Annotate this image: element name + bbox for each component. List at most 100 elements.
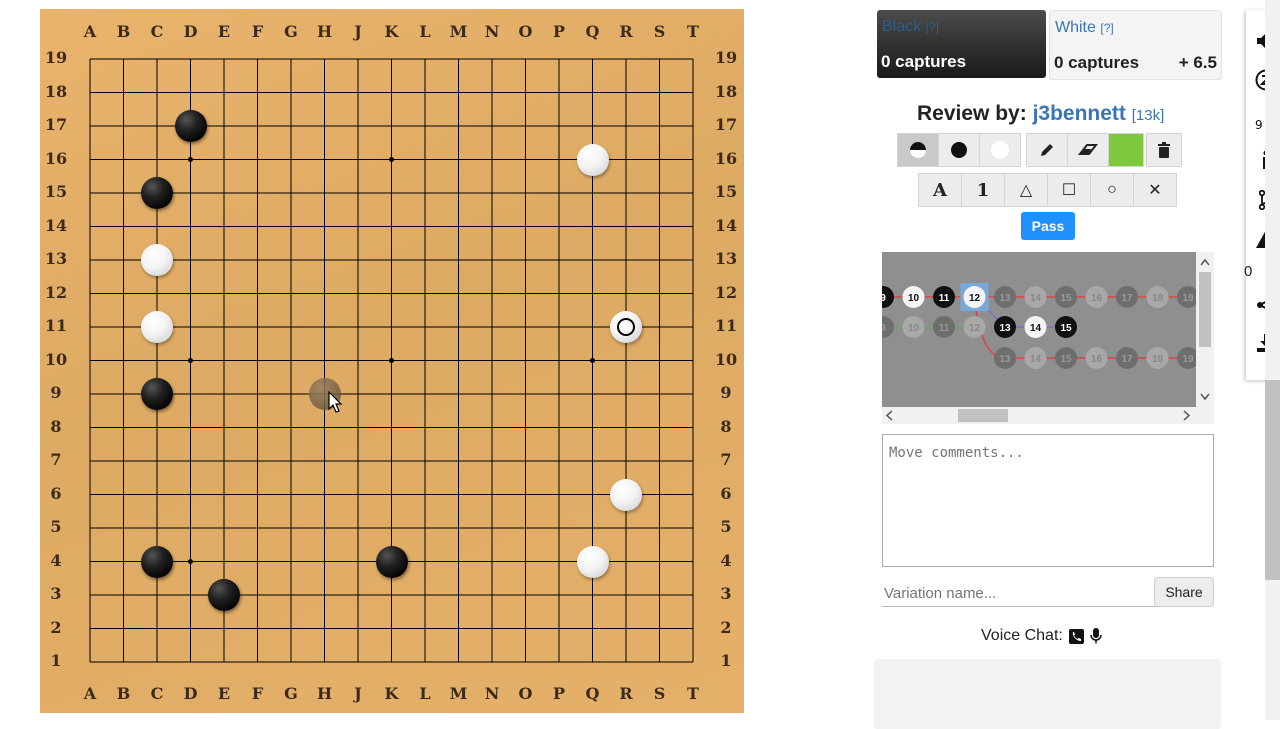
svg-text:11: 11 bbox=[939, 293, 950, 304]
column-label-bottom: G bbox=[284, 684, 298, 703]
triangle-button[interactable]: △ bbox=[1004, 173, 1048, 207]
clear-button[interactable] bbox=[1146, 133, 1182, 167]
row-label-left: 19 bbox=[44, 48, 68, 67]
white-captures: 0 captures bbox=[1054, 53, 1140, 72]
column-label-bottom: A bbox=[83, 684, 97, 703]
variation-name-input[interactable] bbox=[882, 580, 1156, 607]
white-player-card[interactable]: White [?] 0 captures + 6.5 bbox=[1049, 10, 1222, 80]
number-label-button[interactable]: 1 bbox=[961, 173, 1005, 207]
white-stone bbox=[576, 545, 609, 578]
svg-text:9: 9 bbox=[882, 323, 886, 334]
share-button[interactable]: Share bbox=[1154, 577, 1214, 607]
svg-text:19: 19 bbox=[1182, 354, 1194, 365]
square-button[interactable]: ☐ bbox=[1047, 173, 1091, 207]
move-node[interactable]: 12 bbox=[963, 316, 986, 338]
column-label-top: P bbox=[552, 22, 566, 41]
move-node[interactable]: 14 bbox=[1024, 286, 1047, 308]
draw-button[interactable] bbox=[1026, 133, 1068, 167]
white-stone-button[interactable] bbox=[979, 133, 1021, 167]
move-node[interactable]: 9 bbox=[882, 286, 894, 308]
reviewer-name[interactable]: j3bennett bbox=[1033, 102, 1126, 125]
black-captures: 0 captures bbox=[881, 52, 967, 71]
move-node[interactable]: 18 bbox=[1146, 347, 1169, 369]
cross-button[interactable]: ✕ bbox=[1133, 173, 1177, 207]
chat-area[interactable] bbox=[874, 659, 1221, 729]
move-node[interactable]: 11 bbox=[933, 316, 955, 338]
last-move-marker bbox=[616, 317, 635, 336]
move-node[interactable]: 15 bbox=[1055, 286, 1077, 308]
move-node[interactable]: 10 bbox=[902, 286, 925, 308]
row-label-right: 18 bbox=[714, 81, 738, 101]
row-label-right: 9 bbox=[720, 383, 732, 402]
row-label-right: 5 bbox=[720, 517, 732, 536]
circle-button[interactable]: ○ bbox=[1090, 173, 1134, 207]
review-prefix: Review by: bbox=[917, 102, 1027, 125]
row-label-right: 6 bbox=[720, 483, 732, 503]
erase-button[interactable] bbox=[1067, 133, 1109, 167]
row-label-left: 1 bbox=[50, 651, 62, 670]
move-node[interactable]: 10 bbox=[902, 316, 925, 338]
move-node[interactable]: 14 bbox=[1024, 316, 1047, 338]
svg-text:14: 14 bbox=[1030, 354, 1042, 365]
column-label-bottom: N bbox=[484, 684, 500, 703]
black-help-link[interactable]: [?] bbox=[926, 20, 939, 34]
move-comments-textarea[interactable] bbox=[882, 434, 1214, 567]
column-label-top: H bbox=[316, 22, 333, 41]
move-node[interactable]: 15 bbox=[1055, 347, 1077, 369]
pass-button[interactable]: Pass bbox=[1021, 212, 1075, 240]
alternate-stone-button[interactable] bbox=[897, 133, 939, 167]
move-node[interactable]: 13 bbox=[994, 316, 1016, 338]
letter-label-button[interactable]: A bbox=[918, 173, 962, 207]
move-node[interactable]: 15 bbox=[1055, 316, 1077, 338]
black-player-name[interactable]: Black bbox=[882, 18, 921, 35]
move-tree-horizontal-scrollbar[interactable] bbox=[882, 407, 1214, 424]
go-board[interactable]: A A B B C C D D E E F F G G H H J J K K L L M M N N O O P P Q Q R R S S T T 19… bbox=[40, 9, 744, 713]
row-label-right: 7 bbox=[720, 450, 732, 469]
move-tree[interactable]: 9 10 11 12 13 14 15 16 17 18 19 9 10 11 12 13 14 15 13 14 15… bbox=[882, 252, 1196, 407]
star-point bbox=[188, 559, 193, 564]
microphone-icon[interactable] bbox=[1090, 628, 1102, 644]
star-point bbox=[590, 358, 595, 363]
svg-text:16: 16 bbox=[1091, 293, 1103, 304]
move-node[interactable]: 13 bbox=[994, 286, 1016, 308]
white-player-name[interactable]: White bbox=[1055, 19, 1096, 36]
black-stone-button[interactable] bbox=[938, 133, 980, 167]
move-node[interactable]: 9 bbox=[882, 316, 894, 338]
black-stone bbox=[141, 378, 173, 410]
phone-icon[interactable] bbox=[1068, 628, 1084, 644]
alternate-stone-icon bbox=[910, 142, 926, 158]
row-label-right: 17 bbox=[714, 115, 738, 134]
move-node[interactable]: 18 bbox=[1146, 286, 1169, 308]
row-label-left: 2 bbox=[50, 617, 62, 637]
move-node[interactable]: 12 bbox=[960, 283, 989, 311]
row-label-left: 13 bbox=[44, 249, 68, 268]
move-node[interactable]: 16 bbox=[1085, 347, 1108, 369]
row-label-right: 8 bbox=[720, 416, 732, 436]
white-stone bbox=[141, 244, 173, 276]
column-label-bottom: C bbox=[150, 684, 164, 703]
row-label-left: 8 bbox=[50, 416, 62, 436]
move-node[interactable]: 17 bbox=[1116, 286, 1138, 308]
move-node[interactable]: 19 bbox=[1177, 286, 1196, 308]
page-scrollbar-thumb[interactable] bbox=[1265, 380, 1280, 580]
black-player-card[interactable]: Black [?] 0 captures bbox=[877, 10, 1046, 78]
move-tree-vertical-scrollbar[interactable] bbox=[1196, 252, 1214, 407]
row-label-right: 13 bbox=[714, 249, 738, 268]
column-label-top: J bbox=[354, 22, 362, 41]
draw-color-swatch[interactable] bbox=[1108, 133, 1144, 167]
column-label-top: D bbox=[183, 22, 198, 41]
page-scrollbar[interactable] bbox=[1265, 0, 1280, 720]
column-label-top: T bbox=[687, 22, 699, 41]
move-node[interactable]: 17 bbox=[1116, 347, 1138, 369]
column-label-top: L bbox=[419, 22, 431, 41]
black-stone-icon bbox=[951, 142, 967, 158]
move-node[interactable]: 11 bbox=[933, 286, 955, 308]
move-node[interactable]: 13 bbox=[994, 347, 1016, 369]
black-stone bbox=[174, 110, 207, 142]
white-help-link[interactable]: [?] bbox=[1100, 21, 1113, 35]
move-node[interactable]: 19 bbox=[1177, 347, 1196, 369]
komi-value: + 6.5 bbox=[1178, 53, 1217, 72]
move-node[interactable]: 14 bbox=[1024, 347, 1047, 369]
move-node[interactable]: 16 bbox=[1085, 286, 1108, 308]
svg-text:15: 15 bbox=[1060, 323, 1072, 334]
